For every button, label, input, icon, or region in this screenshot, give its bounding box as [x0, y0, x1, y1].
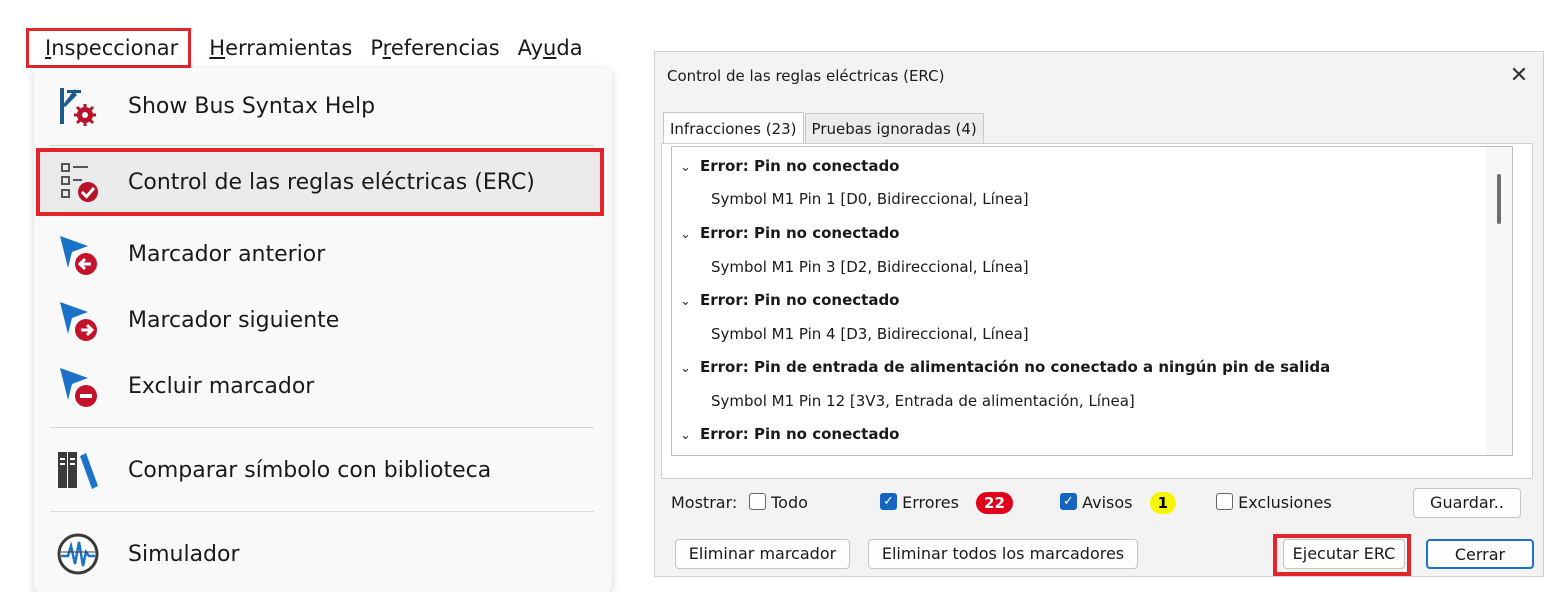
show-label: Mostrar:: [671, 493, 738, 512]
chevron-down-icon[interactable]: ⌄: [680, 285, 700, 318]
exclude-marker-icon: [50, 358, 106, 414]
tab-pruebas-ignoradas[interactable]: Pruebas ignoradas (4): [804, 113, 984, 143]
menu-item-simulador[interactable]: Simulador: [34, 524, 612, 584]
menu-item-label: Control de las reglas eléctricas (ERC): [128, 169, 535, 195]
eliminar-marcador-button[interactable]: Eliminar marcador: [675, 539, 850, 569]
menu-ayuda-pre: Ay: [517, 36, 544, 60]
menu-item-label: Show Bus Syntax Help: [128, 93, 376, 119]
todo-label: Todo: [771, 493, 808, 512]
dialog-title: Control de las reglas eléctricas (ERC): [667, 67, 945, 85]
menu-separator: [50, 145, 594, 146]
violation-detail-row[interactable]: Symbol M1 Pin 12 [3V3, Entrada de alimen…: [711, 385, 1135, 418]
avisos-label: Avisos: [1082, 493, 1133, 512]
eliminar-todos-marcadores-button[interactable]: Eliminar todos los marcadores: [868, 539, 1138, 569]
violation-row[interactable]: ⌄ Error: Pin no conectado: [680, 284, 899, 317]
violation-type: Error: Pin no conectado: [700, 157, 900, 175]
menu-separator: [50, 511, 594, 512]
exclusiones-label: Exclusiones: [1238, 493, 1332, 512]
erc-checklist-icon: [52, 154, 108, 210]
menubar: Inspeccionar Herramientas Preferencias A…: [26, 28, 588, 68]
errores-checkbox[interactable]: ✓: [880, 493, 897, 510]
library-compare-icon: [50, 442, 106, 498]
menu-item-erc[interactable]: Control de las reglas eléctricas (ERC): [36, 148, 604, 216]
violations-list[interactable]: ⌄ Error: Pin no conectado Symbol M1 Pin 1…: [671, 146, 1513, 456]
menu-item-label: Comparar símbolo con biblioteca: [128, 457, 492, 483]
menu-ayuda-mnemonic: u: [543, 36, 557, 60]
menu-item-show-bus-syntax-help[interactable]: Show Bus Syntax Help: [34, 76, 612, 136]
menu-item-label: Marcador anterior: [128, 241, 326, 267]
inspect-dropdown-menu: Show Bus Syntax Help Control de las regl…: [34, 68, 612, 592]
violation-row[interactable]: ⌄ Error: Pin no conectado: [680, 217, 899, 250]
violation-row[interactable]: ⌄ Error: Pin no conectado: [680, 418, 899, 451]
warnings-count-badge: 1: [1149, 492, 1177, 514]
menu-item-label: Simulador: [128, 541, 240, 567]
menu-item-comparar-simbolo[interactable]: Comparar símbolo con biblioteca: [34, 440, 612, 500]
chevron-down-icon[interactable]: ⌄: [680, 419, 700, 452]
menu-ayuda[interactable]: Ayuda: [518, 28, 588, 68]
erc-dialog: Control de las reglas eléctricas (ERC) ✕…: [654, 51, 1544, 577]
menu-ayuda-rest: da: [556, 36, 583, 60]
avisos-checkbox[interactable]: ✓: [1060, 493, 1077, 510]
chevron-down-icon[interactable]: ⌄: [680, 151, 700, 184]
violation-detail-row[interactable]: Symbol M1 Pin 4 [D3, Bidireccional, Líne…: [711, 318, 1029, 351]
violation-row[interactable]: ⌄ Error: Pin de entrada de alimentación n…: [680, 351, 1330, 384]
violation-detail-row[interactable]: Symbol M1 Pin 1 [D0, Bidireccional, Líne…: [711, 183, 1029, 216]
violations-panel: ⌄ Error: Pin no conectado Symbol M1 Pin 1…: [661, 143, 1533, 479]
violation-type: Error: Pin no conectado: [700, 425, 900, 443]
menu-herramientas[interactable]: Herramientas: [209, 28, 370, 68]
menu-preferencias-mnemonic: r: [382, 36, 391, 60]
vertical-scrollbar[interactable]: [1486, 147, 1512, 455]
menu-item-marcador-siguiente[interactable]: Marcador siguiente: [34, 290, 612, 350]
menu-herramientas-mnemonic: H: [209, 36, 226, 60]
filter-bar: Mostrar: Todo ✓ Errores 22 ✓ Avisos 1 Ex…: [671, 488, 1531, 518]
cerrar-button[interactable]: Cerrar: [1426, 539, 1534, 569]
dialog-titlebar: Control de las reglas eléctricas (ERC) ✕: [655, 52, 1543, 100]
violation-row[interactable]: ⌄ Error: Pin no conectado: [680, 150, 899, 183]
simulator-icon: [50, 526, 106, 582]
tab-infracciones[interactable]: Infracciones (23): [663, 112, 804, 144]
chevron-down-icon[interactable]: ⌄: [680, 352, 700, 385]
menu-item-label: Excluir marcador: [128, 373, 315, 399]
menu-separator: [50, 427, 594, 428]
filter-errores[interactable]: ✓ Errores 22: [880, 488, 1013, 518]
errores-label: Errores: [902, 493, 959, 512]
bus-syntax-help-icon: [50, 78, 106, 134]
menu-item-marcador-anterior[interactable]: Marcador anterior: [34, 224, 612, 284]
violation-type: Error: Pin de entrada de alimentación no…: [700, 358, 1331, 376]
menu-preferencias[interactable]: Preferencias: [370, 28, 517, 68]
filter-todo[interactable]: Todo: [749, 488, 808, 518]
menu-inspeccionar[interactable]: Inspeccionar: [26, 28, 192, 68]
violation-detail-row[interactable]: Symbol M1 Pin 3 [D2, Bidireccional, Líne…: [711, 251, 1029, 284]
menu-item-excluir-marcador[interactable]: Excluir marcador: [34, 356, 612, 416]
run-erc-highlight: [1273, 534, 1411, 576]
errors-count-badge: 22: [976, 492, 1013, 514]
menu-inspeccionar-rest: nspeccionar: [51, 36, 179, 60]
close-icon[interactable]: ✕: [1505, 62, 1533, 90]
previous-marker-icon: [50, 226, 106, 282]
filter-avisos[interactable]: ✓ Avisos 1: [1060, 488, 1177, 518]
exclusiones-checkbox[interactable]: [1216, 493, 1233, 510]
filter-exclusiones[interactable]: Exclusiones: [1216, 488, 1332, 518]
next-marker-icon: [50, 292, 106, 348]
todo-checkbox[interactable]: [749, 493, 766, 510]
menu-preferencias-pre: P: [370, 36, 383, 60]
guardar-button[interactable]: Guardar..: [1413, 488, 1521, 518]
violation-type: Error: Pin no conectado: [700, 224, 900, 242]
dialog-tabs: Infracciones (23) Pruebas ignoradas (4): [663, 112, 985, 144]
menu-preferencias-rest: eferencias: [390, 36, 500, 60]
scrollbar-thumb[interactable]: [1497, 174, 1501, 224]
menu-item-label: Marcador siguiente: [128, 307, 340, 333]
chevron-down-icon[interactable]: ⌄: [680, 218, 700, 251]
menu-herramientas-rest: erramientas: [225, 36, 353, 60]
violation-type: Error: Pin no conectado: [700, 291, 900, 309]
